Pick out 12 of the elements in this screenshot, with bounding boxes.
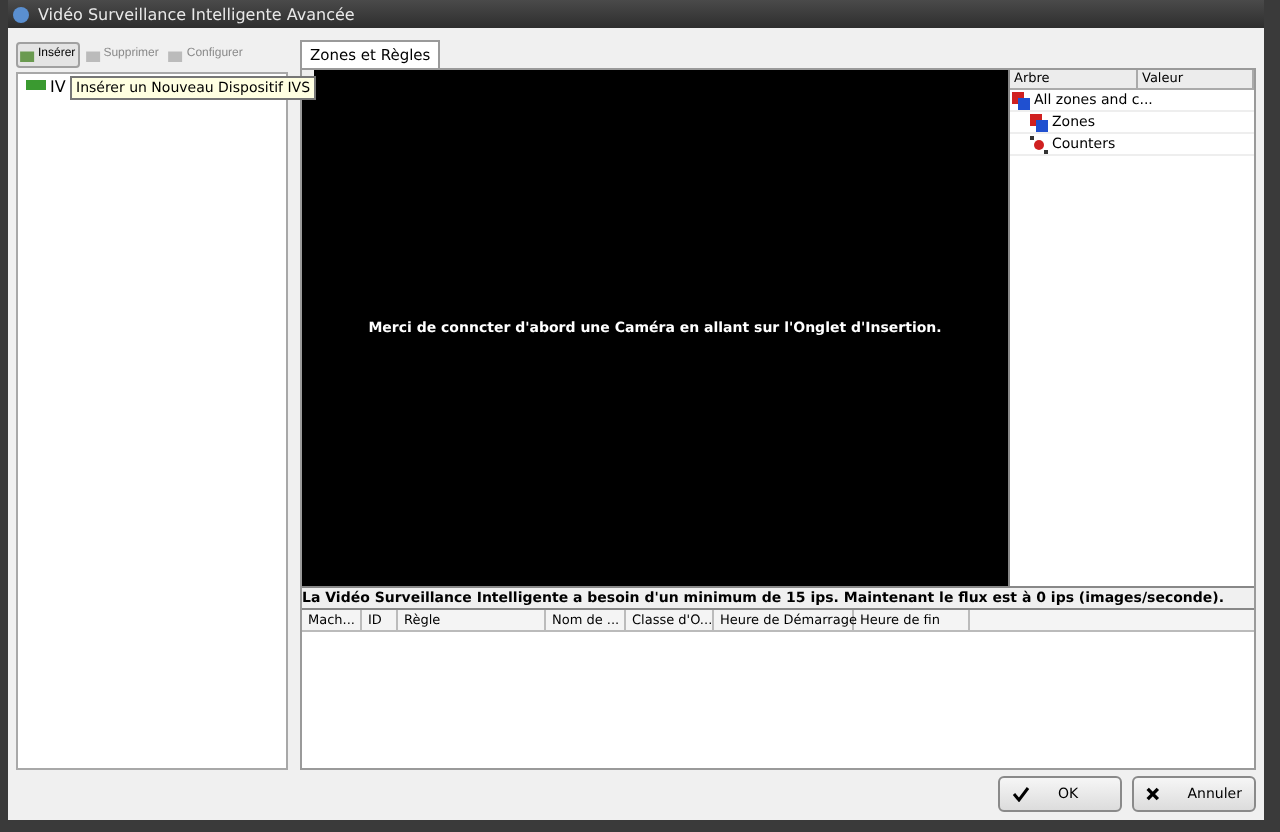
zones-icon — [1012, 91, 1030, 109]
toolbar-icon — [168, 47, 185, 61]
check-icon — [1012, 786, 1030, 802]
zone-icon — [1030, 113, 1048, 131]
toolbar-icon — [20, 47, 36, 61]
app-icon — [12, 5, 30, 23]
window-title: Vidéo Surveillance Intelligente Avancée — [38, 5, 355, 23]
counter-icon — [1030, 135, 1048, 153]
close-icon — [1146, 786, 1160, 802]
tree-item[interactable]: IV — [50, 78, 66, 96]
device-icon — [26, 79, 46, 95]
toolbar-icon — [85, 47, 102, 61]
